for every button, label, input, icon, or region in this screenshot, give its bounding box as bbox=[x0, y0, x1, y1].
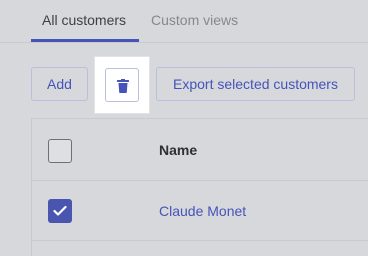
header-divider bbox=[32, 180, 368, 181]
trash-icon bbox=[117, 79, 129, 93]
tab-bar-divider bbox=[0, 42, 368, 43]
tab-custom-views[interactable]: Custom views bbox=[151, 12, 238, 28]
checkmark-icon bbox=[53, 205, 67, 216]
add-button[interactable]: Add bbox=[31, 67, 88, 101]
tab-all-customers[interactable]: All customers bbox=[42, 12, 126, 28]
customers-table: Name Claude Monet bbox=[31, 118, 368, 256]
tab-bar: All customers Custom views bbox=[0, 0, 368, 43]
column-header-name: Name bbox=[159, 142, 198, 158]
customer-name-link[interactable]: Claude Monet bbox=[159, 203, 246, 219]
export-selected-customers-button[interactable]: Export selected customers bbox=[156, 67, 355, 101]
row-checkbox[interactable] bbox=[48, 199, 72, 223]
delete-button[interactable] bbox=[105, 68, 139, 102]
select-all-checkbox[interactable] bbox=[48, 139, 72, 163]
row-divider bbox=[32, 240, 368, 241]
